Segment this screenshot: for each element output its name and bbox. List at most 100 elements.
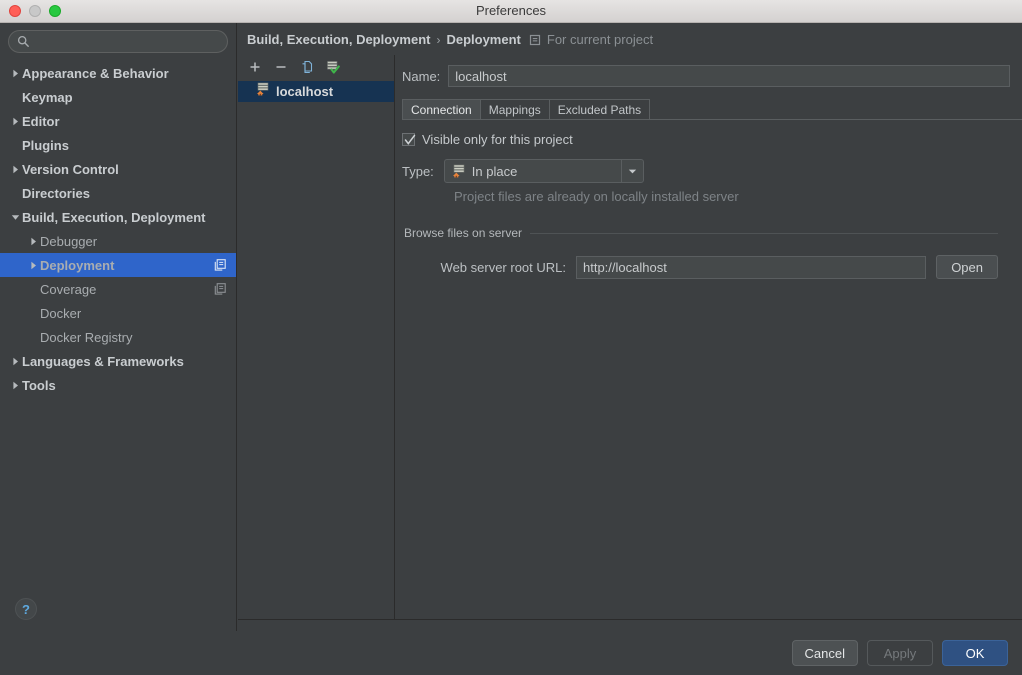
bottom-divider [238, 619, 1022, 620]
sidebar-item-build-execution-deployment[interactable]: Build, Execution, Deployment [0, 205, 236, 229]
sidebar-item-label: Directories [22, 185, 90, 201]
footer-buttons: Cancel Apply OK [791, 640, 1008, 666]
type-label: Type: [402, 163, 434, 179]
browse-files-group: Browse files on server Web server root U… [402, 226, 1010, 279]
sidebar-item-label: Docker Registry [40, 329, 133, 345]
breadcrumb-category[interactable]: Build, Execution, Deployment [247, 32, 430, 47]
server-list: localhost [238, 81, 394, 102]
project-scope-icon [529, 34, 541, 46]
chevron-right-icon[interactable] [26, 253, 40, 277]
apply-button[interactable]: Apply [867, 640, 933, 666]
tab-connection[interactable]: Connection [402, 99, 481, 120]
browse-files-group-header: Browse files on server [404, 226, 998, 240]
sidebar-item-appearance-behavior[interactable]: Appearance & Behavior [0, 61, 236, 85]
chevron-right-icon[interactable] [8, 109, 22, 133]
name-input[interactable] [448, 65, 1010, 87]
server-list-toolbar [238, 55, 394, 79]
server-list-item[interactable]: localhost [238, 81, 394, 102]
visible-only-checkbox[interactable] [402, 133, 416, 146]
web-server-url-input[interactable] [576, 255, 927, 279]
sidebar-item-docker-registry[interactable]: Docker Registry [0, 325, 236, 349]
tab-mappings[interactable]: Mappings [479, 99, 550, 120]
project-scope-icon [214, 259, 227, 272]
cancel-button[interactable]: Cancel [791, 640, 858, 666]
sidebar-item-languages-frameworks[interactable]: Languages & Frameworks [0, 349, 236, 373]
sidebar-item-label: Build, Execution, Deployment [22, 209, 206, 225]
minus-icon[interactable] [274, 60, 288, 74]
type-dropdown[interactable]: In place [443, 159, 644, 183]
plus-icon[interactable] [248, 60, 262, 74]
group-divider [530, 232, 998, 234]
chevron-right-icon[interactable] [8, 349, 22, 373]
sidebar-item-tools[interactable]: Tools [0, 373, 236, 397]
visible-only-checkbox-row[interactable]: Visible only for this project [402, 132, 1010, 147]
web-server-url-row: Web server root URL: Open [404, 255, 998, 279]
chevron-right-icon[interactable] [26, 229, 40, 253]
detail-tabs: Connection Mappings Excluded Paths [402, 99, 1022, 120]
breadcrumb-page: Deployment [446, 32, 521, 47]
sidebar-item-version-control[interactable]: Version Control [0, 157, 236, 181]
sidebar-item-label: Appearance & Behavior [22, 65, 169, 81]
server-inplace-icon [256, 82, 270, 101]
sidebar-item-label: Tools [22, 377, 56, 393]
web-server-url-label: Web server root URL: [440, 259, 566, 275]
connection-tab-panel: Visible only for this project Type: In p… [396, 120, 1022, 279]
window-titlebar: Preferences [0, 0, 1022, 23]
breadcrumb: Build, Execution, Deployment › Deploymen… [247, 32, 653, 47]
sidebar-item-deployment[interactable]: Deployment [0, 253, 236, 277]
sidebar-item-label: Coverage [40, 281, 97, 297]
window-title: Preferences [475, 3, 547, 18]
sidebar-item-keymap[interactable]: Keymap [0, 85, 236, 109]
sidebar-item-label: Languages & Frameworks [22, 353, 184, 369]
server-inplace-icon [452, 164, 466, 178]
chevron-down-icon[interactable] [8, 205, 22, 229]
tab-excluded-paths[interactable]: Excluded Paths [548, 99, 651, 120]
sidebar-item-docker[interactable]: Docker [0, 301, 236, 325]
copy-icon[interactable] [300, 60, 314, 74]
sidebar-item-label: Plugins [22, 137, 69, 153]
type-value: In place [471, 163, 518, 179]
sidebar-item-label: Editor [22, 113, 60, 129]
sidebar-item-editor[interactable]: Editor [0, 109, 236, 133]
breadcrumb-scope-text: For current project [546, 32, 654, 47]
server-list-item-label: localhost [276, 84, 334, 99]
chevron-right-icon[interactable] [8, 157, 22, 181]
sidebar-item-plugins[interactable]: Plugins [0, 133, 236, 157]
settings-sidebar: Appearance & Behavior Keymap Editor Plugins… [0, 23, 237, 631]
settings-tree: Appearance & Behavior Keymap Editor Plugins… [0, 61, 236, 397]
sidebar-item-directories[interactable]: Directories [0, 181, 236, 205]
chevron-right-icon[interactable] [8, 61, 22, 85]
project-scope-icon [214, 283, 227, 296]
chevron-right-icon[interactable] [8, 373, 22, 397]
sidebar-item-debugger[interactable]: Debugger [0, 229, 236, 253]
sidebar-item-label: Keymap [22, 89, 73, 105]
deployment-detail-pane: Name: ConnectionMappingsExcluded Paths V… [396, 55, 1022, 619]
search-container [0, 23, 236, 53]
name-row: Name: [396, 55, 1022, 87]
visible-only-label: Visible only for this project [422, 132, 573, 147]
chevron-down-icon[interactable] [620, 160, 643, 182]
dialog-footer: http://blog.csdn.net/qq_35808598 Cancel … [0, 631, 1022, 675]
sidebar-item-label: Version Control [22, 161, 119, 177]
open-button[interactable]: Open [936, 255, 998, 279]
search-box[interactable] [8, 30, 228, 53]
search-input[interactable] [35, 34, 219, 49]
server-list-pane: localhost [238, 55, 395, 619]
sidebar-item-label: Debugger [40, 233, 98, 249]
name-label: Name: [402, 68, 441, 84]
breadcrumb-separator: › [436, 32, 441, 47]
server-check-icon[interactable] [326, 60, 340, 74]
browse-files-group-title: Browse files on server [404, 226, 523, 240]
ok-button[interactable]: OK [942, 640, 1008, 666]
type-hint: Project files are already on locally ins… [454, 189, 739, 204]
help-button[interactable]: ? [15, 598, 37, 620]
sidebar-item-coverage[interactable]: Coverage [0, 277, 236, 301]
type-row: Type: In place [402, 159, 1010, 183]
preferences-window: Preferences Appearance & Behavior Keymap E… [0, 0, 1022, 675]
